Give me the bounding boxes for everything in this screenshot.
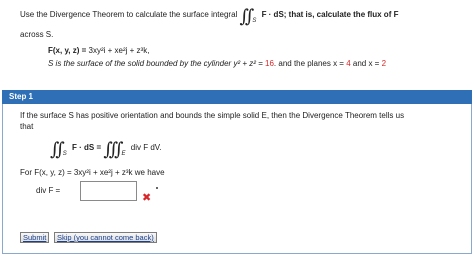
surface-definition: S is the surface of the solid bounded by… [48,59,386,68]
field-rhs: 3xy²i + xe²j + z³k, [88,46,150,55]
surface-text: S is the surface of the solid bounded by… [48,59,266,68]
flux-expression: F · dS; that is, calculate the flux of [261,10,392,19]
double-integral-icon: ∫∫ [239,6,255,27]
vector-field-definition: F(x, y, z) = 3xy²i + xe²j + z³k, [48,46,149,55]
theorem-rhs: div F dV. [130,143,162,152]
problem-statement: Use the Divergence Theorem to calculate … [0,0,474,86]
radius-value: 16 [265,59,274,68]
theorem-lhs-subscript: S [62,151,67,157]
x-upper-value: 2 [381,59,387,68]
step-title: Step 1 [9,92,34,101]
double-integral-icon: ∫∫ [50,139,65,160]
submit-button[interactable]: Submit [20,232,50,243]
surface-mid-text: . and the planes x = [273,59,347,68]
field-symbol: F [393,10,399,19]
step-header: Step 1 [2,90,472,104]
instruction-text: Use the Divergence Theorem to calculate … [20,10,238,19]
instruction-line: Use the Divergence Theorem to calculate … [20,6,399,27]
integral-subscript: S [252,18,257,24]
theorem-rhs-subscript: E [121,151,126,157]
across-text: across S. [20,30,54,39]
theorem-intro-line2: that [20,122,34,131]
separator-dot [156,187,158,189]
theorem-intro-line1: If the surface S has positive orientatio… [20,111,405,120]
incorrect-icon: ✖ [142,192,152,204]
div-label: div F = [36,186,61,195]
div-answer-input[interactable] [80,181,137,201]
surface-and-text: and x = [350,59,382,68]
divergence-theorem-equation: ∫∫ S F · dS = ∫∫∫ E div F dV. [50,139,162,160]
skip-button[interactable]: Skip (you cannot come back) [54,232,157,243]
triple-integral-icon: ∫∫∫ [103,139,123,160]
field-lhs: F(x, y, z) = [48,46,89,55]
for-field-line: For F(x, y, z) = 3xy²i + xe²j + z³k we h… [20,168,165,177]
theorem-lhs: F · dS = [72,143,102,152]
